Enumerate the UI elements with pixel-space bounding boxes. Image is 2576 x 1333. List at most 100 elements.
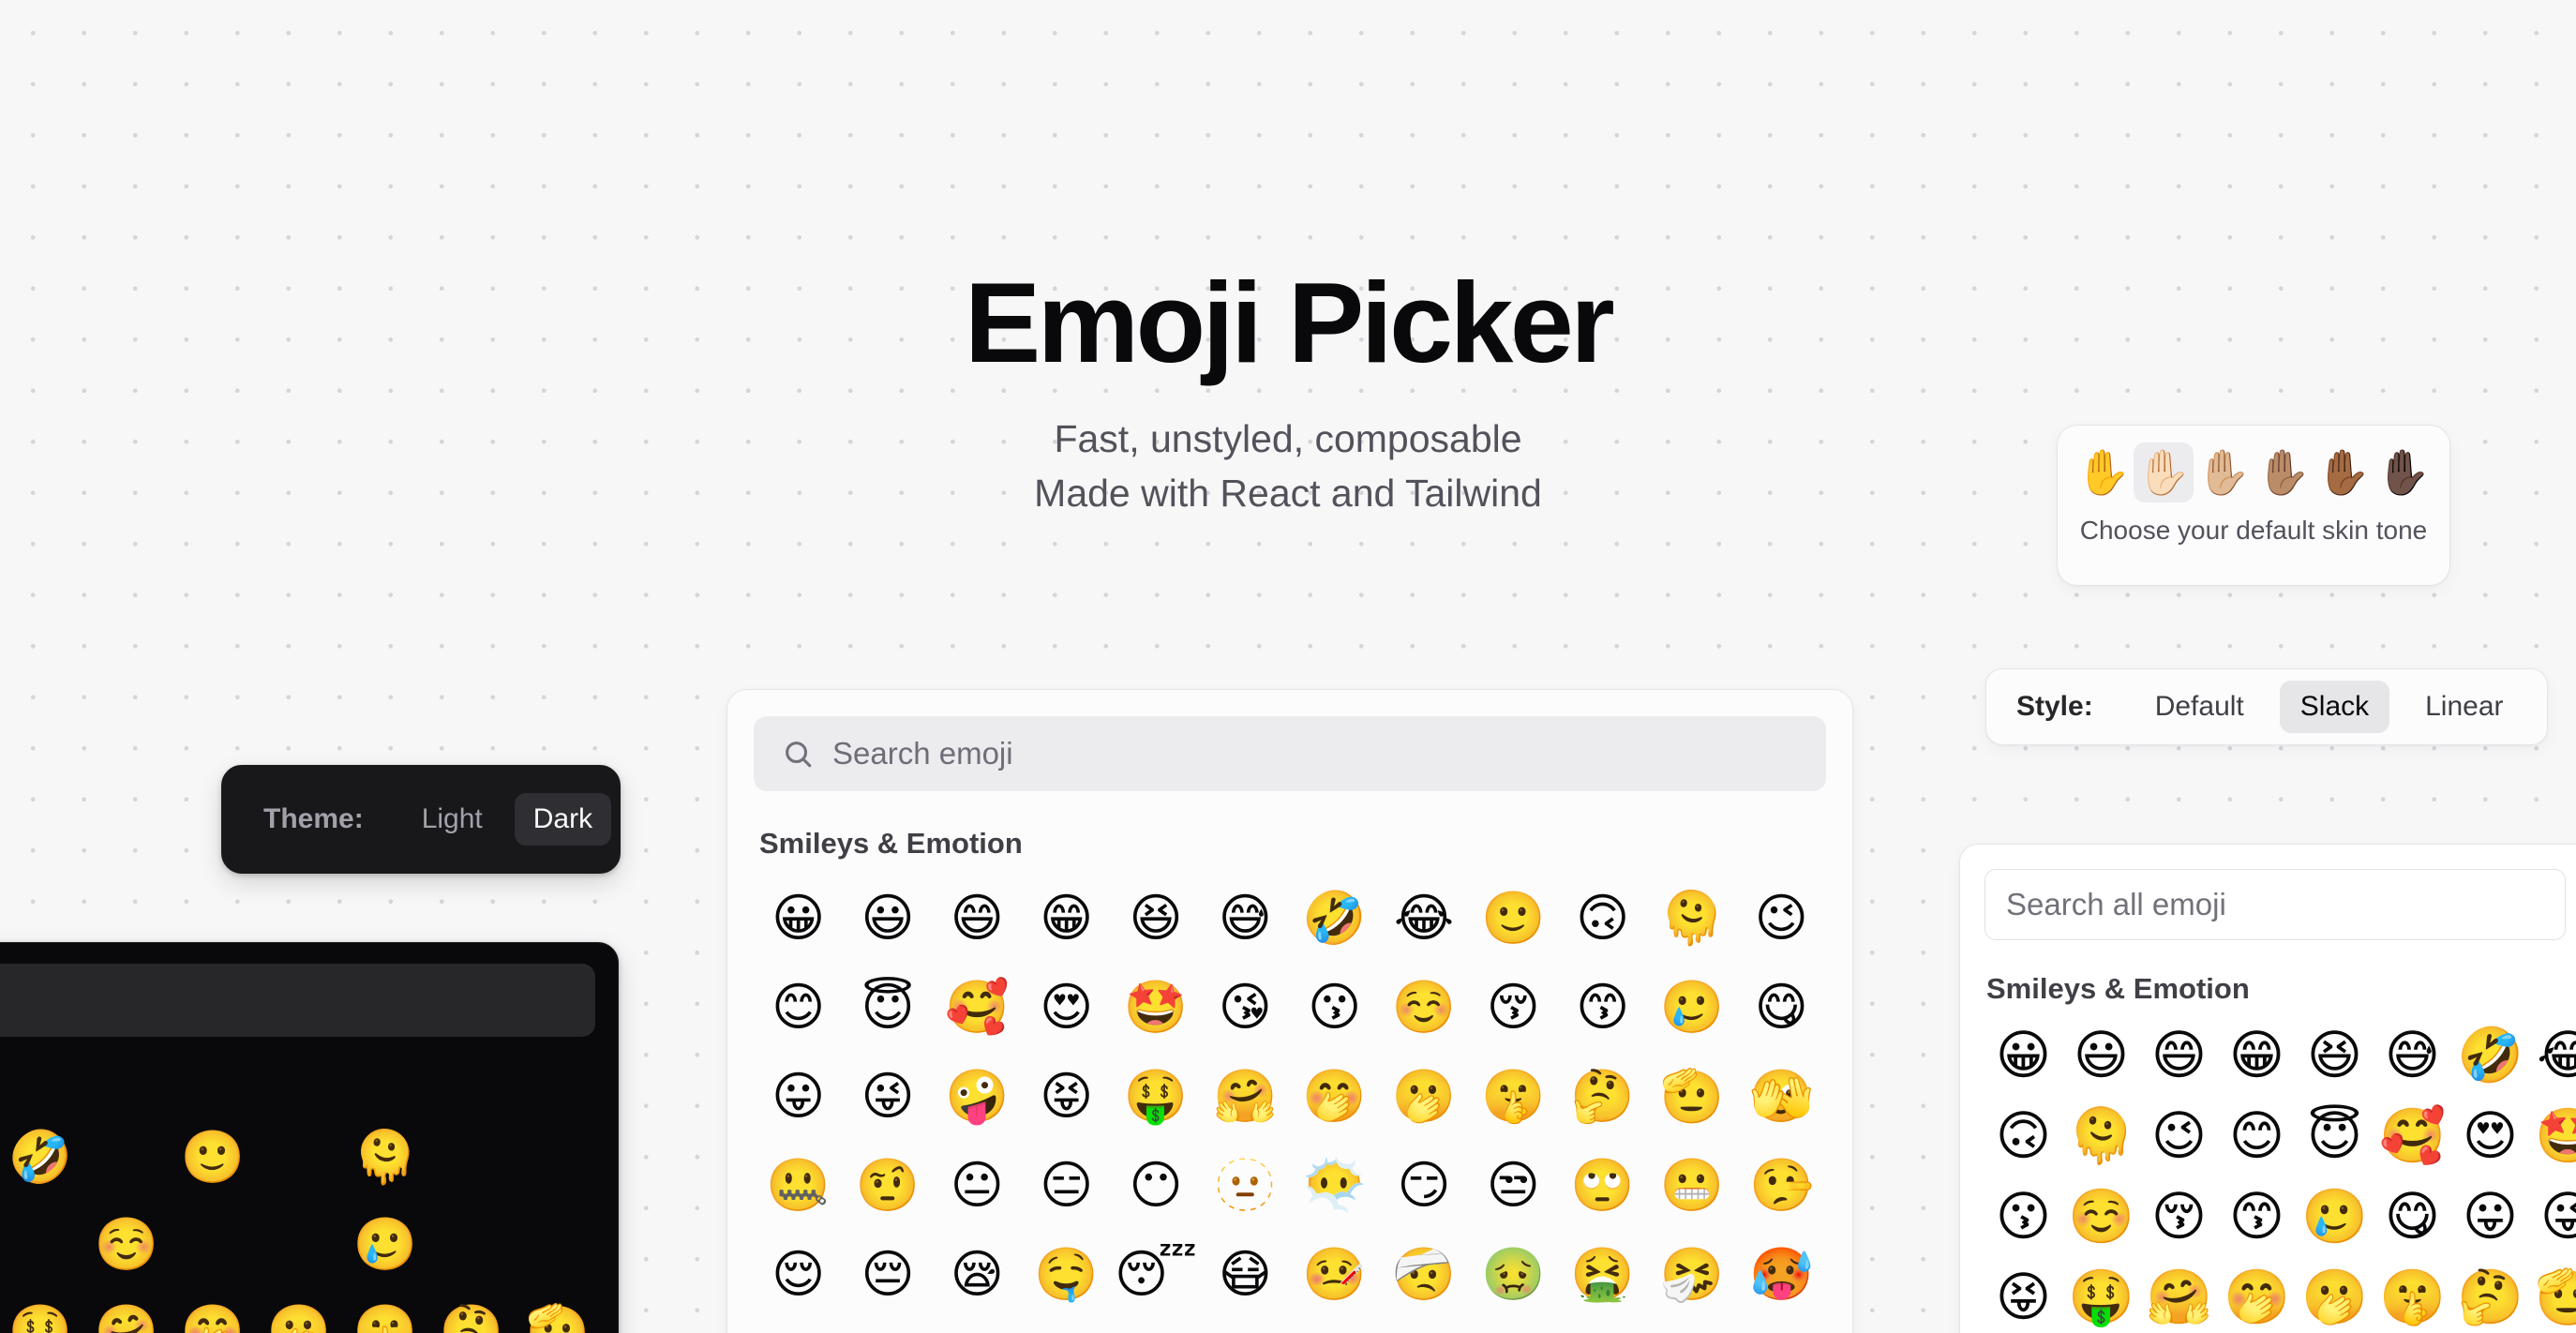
emoji-button[interactable]: 😘 [1201,963,1290,1052]
emoji-button[interactable]: 🥲 [1647,963,1736,1052]
right-emoji-button[interactable]: 😝 [1984,1257,2062,1333]
right-emoji-button[interactable]: 🫡 [2529,1257,2576,1333]
right-emoji-button[interactable]: 😂 [2529,1015,2576,1096]
emoji-button[interactable]: 😉 [1737,874,1826,963]
emoji-button[interactable]: 🥶 [754,1319,843,1333]
emoji-button[interactable]: 😎 [1469,1319,1558,1333]
emoji-button[interactable]: 😝 [1022,1052,1111,1141]
dark-emoji-button[interactable]: 🥲 [342,1201,428,1288]
style-option-default[interactable]: Default [2134,681,2265,733]
dark-emoji-button[interactable]: 🤣 [0,1114,83,1201]
emoji-button[interactable]: 😛 [754,1052,843,1141]
right-emoji-button[interactable]: 🫠 [2062,1096,2140,1176]
emoji-button[interactable]: 😵‍💫 [1022,1319,1111,1333]
right-emoji-button[interactable]: 😍 [2451,1096,2529,1176]
dark-emoji-button[interactable]: 🙃 [256,1114,342,1201]
emoji-button[interactable]: 😁 [1022,874,1111,963]
theme-option-light[interactable]: Light [403,793,502,846]
emoji-button[interactable]: 🤓 [1558,1319,1647,1333]
dark-emoji-button[interactable]: 🙂 [170,1114,256,1201]
emoji-button[interactable]: 😏 [1379,1141,1468,1230]
right-emoji-button[interactable]: 🥲 [2296,1176,2374,1257]
skin-tone-medium-option[interactable]: ✋🏽 [2254,442,2314,502]
emoji-button[interactable]: 😋 [1737,963,1826,1052]
emoji-button[interactable]: 😑 [1022,1141,1111,1230]
dark-emoji-button[interactable]: 😙 [256,1201,342,1288]
emoji-button[interactable]: 🫡 [1647,1052,1736,1141]
emoji-button[interactable]: 😶 [1111,1141,1200,1230]
emoji-button[interactable]: 😵 [933,1319,1022,1333]
emoji-button[interactable]: 🤢 [1469,1230,1558,1319]
emoji-button[interactable]: 😜 [843,1052,932,1141]
right-emoji-button[interactable]: 🤫 [2374,1257,2451,1333]
right-emoji-button[interactable]: 😃 [2062,1015,2140,1096]
right-emoji-button[interactable]: 😆 [2296,1015,2374,1096]
emoji-button[interactable]: 😒 [1469,1141,1558,1230]
dark-emoji-button[interactable]: 🤑 [0,1288,83,1333]
right-emoji-button[interactable]: 🤣 [2451,1015,2529,1096]
emoji-button[interactable]: 🤫 [1469,1052,1558,1141]
dark-emoji-button[interactable]: ☺️ [83,1201,170,1288]
emoji-button[interactable]: 😐 [933,1141,1022,1230]
emoji-button[interactable]: 🥸 [1379,1319,1468,1333]
emoji-button[interactable]: 🫠 [1647,874,1736,963]
skin-tone-default-option[interactable]: ✋ [2074,442,2134,502]
emoji-button[interactable]: 😶‍🌫️ [1290,1141,1379,1230]
dark-emoji-button[interactable]: 🤗 [83,1288,170,1333]
emoji-button[interactable]: 😴 [1111,1230,1200,1319]
emoji-button[interactable]: 😄 [933,874,1022,963]
right-emoji-button[interactable]: 😚 [2140,1176,2218,1257]
dark-emoji-button[interactable]: 😋 [428,1201,515,1288]
right-emoji-button[interactable]: 🤩 [2529,1096,2576,1176]
emoji-button[interactable]: 🤭 [1290,1052,1379,1141]
right-emoji-button[interactable]: 😇 [2296,1096,2374,1176]
emoji-button[interactable]: 🤥 [1737,1141,1826,1230]
emoji-button[interactable]: 😕 [1737,1319,1826,1333]
emoji-button[interactable]: 🤒 [1290,1230,1379,1319]
skin-tone-dark-option[interactable]: ✋🏿 [2374,442,2434,502]
right-emoji-button[interactable]: 😀 [1984,1015,2062,1096]
dark-emoji-button[interactable]: 😚 [170,1201,256,1288]
emoji-button[interactable]: 🤯 [1111,1319,1200,1333]
emoji-button[interactable]: 🤤 [1022,1230,1111,1319]
skin-tone-medium-dark-option[interactable]: ✋🏾 [2314,442,2374,502]
dark-emoji-button[interactable]: 🫢 [256,1288,342,1333]
right-emoji-button[interactable]: 🫢 [2296,1257,2374,1333]
dark-emoji-button[interactable]: 🤔 [428,1288,515,1333]
emoji-button[interactable]: 😗 [1290,963,1379,1052]
right-emoji-button[interactable]: 🤑 [2062,1257,2140,1333]
right-emoji-button[interactable]: 😋 [2374,1176,2451,1257]
emoji-button[interactable]: 😀 [754,874,843,963]
emoji-button[interactable]: 🤮 [1558,1230,1647,1319]
emoji-button[interactable]: 😊 [754,963,843,1052]
emoji-button[interactable]: 😔 [843,1230,932,1319]
search-input[interactable]: Search emoji [754,716,1826,791]
emoji-button[interactable]: 😚 [1469,963,1558,1052]
emoji-button[interactable]: 🫢 [1379,1052,1468,1141]
right-emoji-button[interactable]: 🤭 [2218,1257,2296,1333]
right-emoji-button[interactable]: 😗 [1984,1176,2062,1257]
dark-picker-search-input[interactable] [0,964,595,1037]
dark-emoji-button[interactable]: 😊 [515,1114,601,1201]
right-emoji-button[interactable]: 😅 [2374,1015,2451,1096]
right-emoji-button[interactable]: 😜 [2529,1176,2576,1257]
right-emoji-button[interactable]: 🤗 [2140,1257,2218,1333]
emoji-button[interactable]: 🤐 [754,1141,843,1230]
emoji-button[interactable]: 🙃 [1558,874,1647,963]
emoji-button[interactable]: 🧐 [1647,1319,1736,1333]
emoji-button[interactable]: 🥳 [1290,1319,1379,1333]
emoji-button[interactable]: 🥰 [933,963,1022,1052]
dark-emoji-button[interactable]: 😂 [83,1114,170,1201]
emoji-button[interactable]: 🫥 [1201,1141,1290,1230]
emoji-button[interactable]: 🫣 [1737,1052,1826,1141]
right-emoji-button[interactable]: 🤔 [2451,1257,2529,1333]
right-emoji-button[interactable]: ☺️ [2062,1176,2140,1257]
right-emoji-button[interactable]: 🙃 [1984,1096,2062,1176]
emoji-button[interactable]: 🤕 [1379,1230,1468,1319]
emoji-button[interactable]: 😂 [1379,874,1468,963]
emoji-button[interactable]: 🤑 [1111,1052,1200,1141]
emoji-button[interactable]: 🤧 [1647,1230,1736,1319]
emoji-button[interactable]: 🥴 [843,1319,932,1333]
emoji-button[interactable]: 😇 [843,963,932,1052]
right-emoji-button[interactable]: 😛 [2451,1176,2529,1257]
